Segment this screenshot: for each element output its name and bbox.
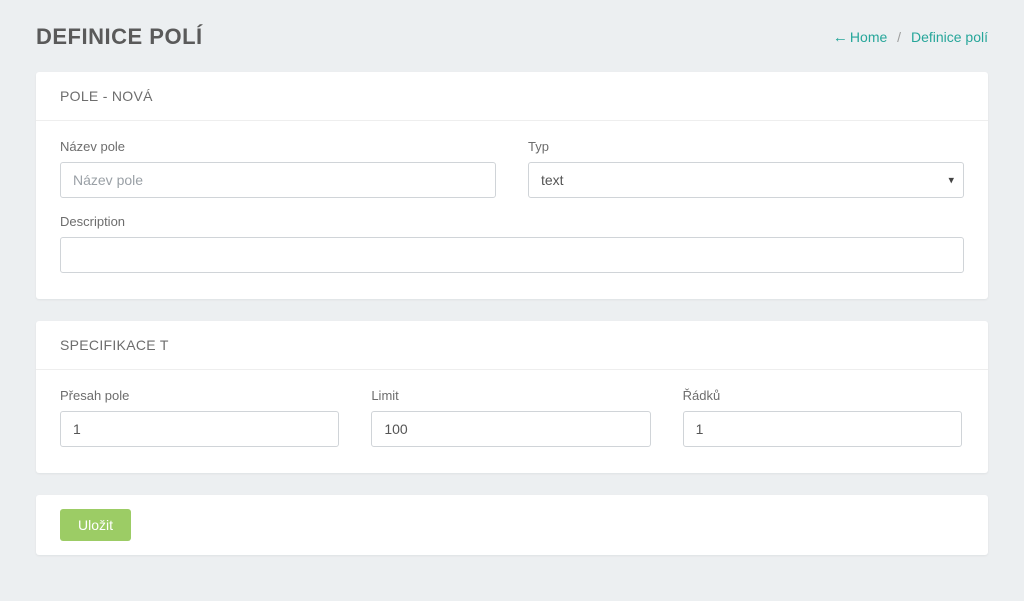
form-group-limit: Limit: [371, 388, 650, 447]
limit-label: Limit: [371, 388, 650, 403]
breadcrumb: ←Home / Definice polí: [833, 29, 988, 46]
limit-input[interactable]: [371, 411, 650, 447]
page-title: DEFINICE POLÍ: [36, 24, 203, 50]
form-group-overlap: Přesah pole: [60, 388, 339, 447]
form-group-type: Typ text: [528, 139, 964, 198]
form-group-rows: Řádků: [683, 388, 962, 447]
rows-input[interactable]: [683, 411, 962, 447]
breadcrumb-home-link[interactable]: ←Home: [833, 29, 887, 45]
type-select[interactable]: text: [528, 162, 964, 198]
type-label: Typ: [528, 139, 964, 154]
card-specifikace-header: SPECIFIKACE T: [36, 321, 988, 370]
card-actions: Uložit: [36, 495, 988, 555]
page-header: DEFINICE POLÍ ←Home / Definice polí: [36, 24, 988, 50]
form-group-name: Název pole: [60, 139, 496, 198]
save-button[interactable]: Uložit: [60, 509, 131, 541]
breadcrumb-home-label: Home: [850, 29, 887, 45]
card-pole-nova-header: POLE - NOVÁ: [36, 72, 988, 121]
overlap-input[interactable]: [60, 411, 339, 447]
arrow-left-icon: ←: [833, 29, 848, 46]
breadcrumb-separator: /: [897, 29, 901, 45]
overlap-label: Přesah pole: [60, 388, 339, 403]
card-pole-nova: POLE - NOVÁ Název pole Typ text: [36, 72, 988, 299]
name-label: Název pole: [60, 139, 496, 154]
name-input[interactable]: [60, 162, 496, 198]
form-group-description: Description: [60, 214, 964, 273]
description-label: Description: [60, 214, 964, 229]
description-input[interactable]: [60, 237, 964, 273]
breadcrumb-current-link[interactable]: Definice polí: [911, 29, 988, 45]
breadcrumb-current-label: Definice polí: [911, 29, 988, 45]
card-specifikace: SPECIFIKACE T Přesah pole Limit Řádků: [36, 321, 988, 473]
rows-label: Řádků: [683, 388, 962, 403]
